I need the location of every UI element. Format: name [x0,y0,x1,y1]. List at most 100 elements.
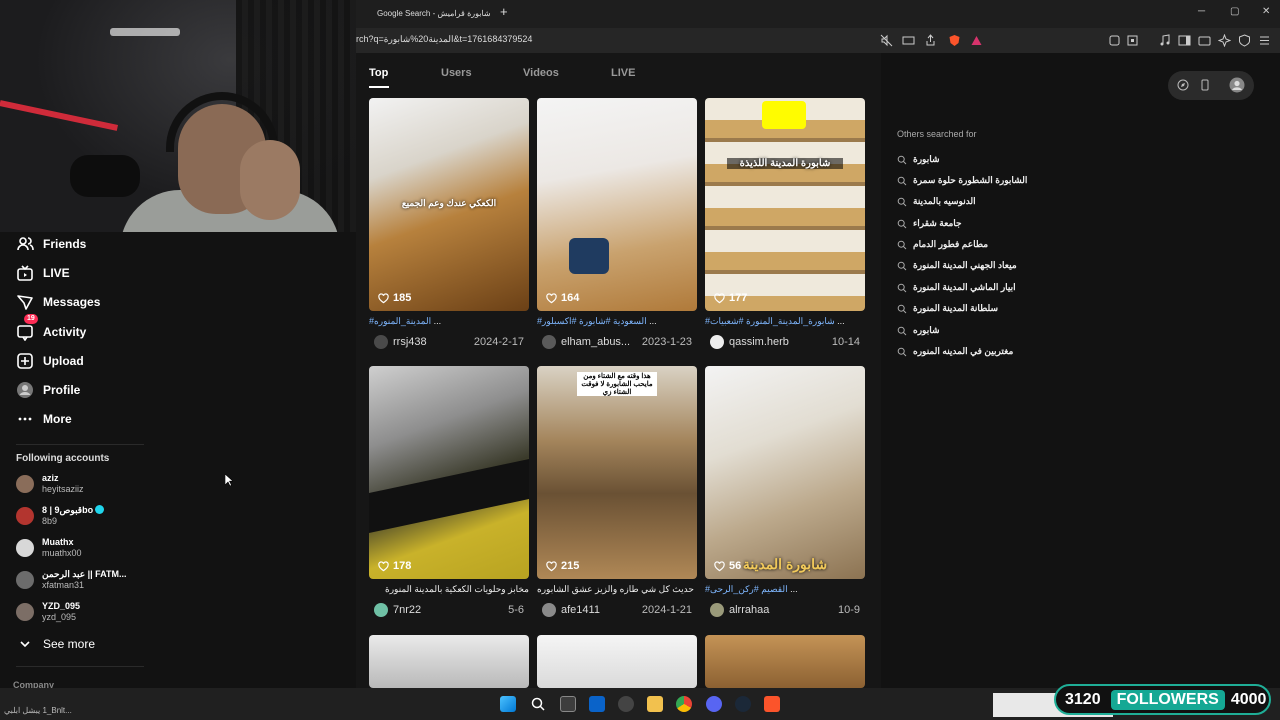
caption-hashtags[interactable]: #شابورة_المدينة_المنورة #شعبيات [705,316,835,326]
video-caption[interactable]: حديث كل شي طازه والزيز عشق الشابوره ... [537,584,697,597]
video-thumbnail[interactable] [369,635,529,688]
brave-shield-icon[interactable] [948,34,961,47]
video-thumbnail[interactable]: شابورة المدينة اللذيذة 177 [705,98,865,311]
close-icon[interactable]: ✕ [1262,6,1270,17]
avatar[interactable] [374,603,388,617]
video-thumbnail[interactable]: 164 [537,98,697,311]
video-card[interactable]: 178 مخابز وحلويات الكعكية بالمدينة المنو… [369,366,529,618]
steam-icon[interactable] [735,696,751,712]
video-caption[interactable]: #المدينة_المنوره ... [369,316,529,329]
store-icon[interactable] [589,696,605,712]
search-icon[interactable] [530,696,546,712]
sidebar-item-friends[interactable]: Friends [16,232,86,256]
video-card[interactable] [705,635,865,688]
caption-hashtags[interactable]: #المدينة_المنوره [369,316,431,326]
leo-ai-icon[interactable] [1218,34,1231,47]
tab-live[interactable]: LIVE [611,67,635,79]
avatar[interactable] [710,335,724,349]
compass-icon[interactable] [1177,79,1189,91]
screenshot-icon[interactable] [1126,34,1139,47]
caption-hashtags[interactable]: #القصيم #ركن_الرحى [705,584,788,594]
maximize-icon[interactable]: ▢ [1230,6,1239,17]
app-icon[interactable] [618,696,634,712]
following-account[interactable]: Muathx muathx00 [16,537,82,559]
share-icon[interactable] [924,34,937,47]
brave-icon[interactable] [764,696,780,712]
music-icon[interactable] [1158,34,1171,47]
video-thumbnail[interactable]: هذا وقته مع الشتاء ومن مايحب الشابورة لا… [537,366,697,579]
video-author[interactable]: alrrahaa [729,604,838,616]
task-view-icon[interactable] [560,696,576,712]
device-icon[interactable] [1199,79,1211,91]
suggested-search[interactable]: ابيار الماشي المدينة المنورة [897,282,1016,293]
sidebar-item-profile[interactable]: Profile [16,378,80,402]
video-thumbnail[interactable]: 178 [369,366,529,579]
chrome-icon[interactable] [676,696,692,712]
video-card[interactable]: شابورة المدينة اللذيذة 177 #شابورة_المدي… [705,98,865,350]
vpn-icon[interactable] [1238,34,1251,47]
minimize-icon[interactable]: ─ [1198,6,1205,17]
address-bar[interactable]: rch?q=المدينة20%شابورة&t=1761684379524 [356,28,1280,53]
sidebar-item-activity[interactable]: 19 Activity [16,314,86,344]
suggested-search[interactable]: شابورة [897,154,940,165]
video-card[interactable] [369,635,529,688]
video-card[interactable]: 164 #السعودية #شابورة #اكسبلور ... elham… [537,98,697,350]
wallet-icon[interactable] [1198,34,1211,47]
tab-videos[interactable]: Videos [523,67,559,79]
extensions-icon[interactable] [1108,34,1121,47]
windows-start-icon[interactable] [500,696,516,712]
video-thumbnail[interactable]: الكعكي عندك وعم الجميع 185 [369,98,529,311]
suggested-search[interactable]: مطاعم فطور الدمام [897,239,988,250]
avatar[interactable] [710,603,724,617]
new-tab-icon[interactable]: + [500,4,508,19]
brave-rewards-icon[interactable] [970,34,983,47]
suggested-search[interactable]: الدنوسيه بالمدينة [897,196,976,207]
file-explorer-icon[interactable] [647,696,663,712]
suggested-search[interactable]: سلطانة المدينة المنورة [897,303,998,314]
avatar[interactable] [374,335,388,349]
caption-hashtags[interactable]: #السعودية #شابورة #اكسبلور [537,316,647,326]
sidebar-item-upload[interactable]: Upload [16,349,84,373]
video-card[interactable]: الكعكي عندك وعم الجميع 185 #المدينة_المن… [369,98,529,350]
video-author[interactable]: elham_abus... [561,336,642,348]
video-author[interactable]: 7nr22 [393,604,508,616]
suggested-search[interactable]: ميعاد الجهني المدينة المنورة [897,260,1017,271]
suggested-search[interactable]: شابوره [897,325,940,336]
sidebar-item-messages[interactable]: Messages [16,290,100,314]
video-card[interactable]: شابورة المدينة 56 #القصيم #ركن_الرحى ...… [705,366,865,618]
suggested-search[interactable]: جامعة شقراء [897,218,962,229]
video-thumbnail[interactable]: شابورة المدينة 56 [705,366,865,579]
video-caption[interactable]: #القصيم #ركن_الرحى ... [705,584,865,597]
tab-top[interactable]: Top [369,67,388,79]
sidebar-toggle-icon[interactable] [1178,34,1191,47]
tab-users[interactable]: Users [441,67,472,79]
avatar[interactable] [542,335,556,349]
video-card[interactable] [537,635,697,688]
video-caption[interactable]: #السعودية #شابورة #اكسبلور ... [537,316,697,329]
video-author[interactable]: rrsj438 [393,336,474,348]
browser-tab[interactable]: Google Search - شابورة قراميش [368,4,506,26]
url-text[interactable]: rch?q=المدينة20%شابورة&t=1761684379524 [356,34,532,45]
following-account[interactable]: عبد الرحمن || FATM... xfatman31 [16,569,127,591]
avatar[interactable] [542,603,556,617]
following-account[interactable]: aziz heyitsaziiz [16,473,84,495]
suggested-search[interactable]: الشابورة الشطورة حلوة سمرة [897,175,1027,186]
see-more-button[interactable]: See more [16,632,95,656]
suggested-search[interactable]: مغتربين في المدينه المنوره [897,346,1013,357]
avatar[interactable] [1229,77,1245,93]
discord-icon[interactable] [706,696,722,712]
video-author[interactable]: afe1411 [561,604,642,616]
no-sound-icon[interactable] [880,34,893,47]
menu-icon[interactable] [1258,34,1271,47]
video-thumbnail[interactable] [537,635,697,688]
video-card[interactable]: هذا وقته مع الشتاء ومن مايحب الشابورة لا… [537,366,697,618]
following-account[interactable]: 8 | قبوص9bo 8b9 [16,505,105,527]
video-thumbnail[interactable] [705,635,865,688]
video-author[interactable]: qassim.herb [729,336,832,348]
following-account[interactable]: YZD_095 yzd_095 [16,601,80,623]
sidebar-item-more[interactable]: More [16,407,72,431]
video-caption[interactable]: #شابورة_المدينة_المنورة #شعبيات ... [705,316,865,329]
cast-icon[interactable] [902,34,915,47]
video-caption[interactable]: مخابز وحلويات الكعكية بالمدينة المنورة [369,584,529,597]
sidebar-item-live[interactable]: LIVE [16,261,70,285]
